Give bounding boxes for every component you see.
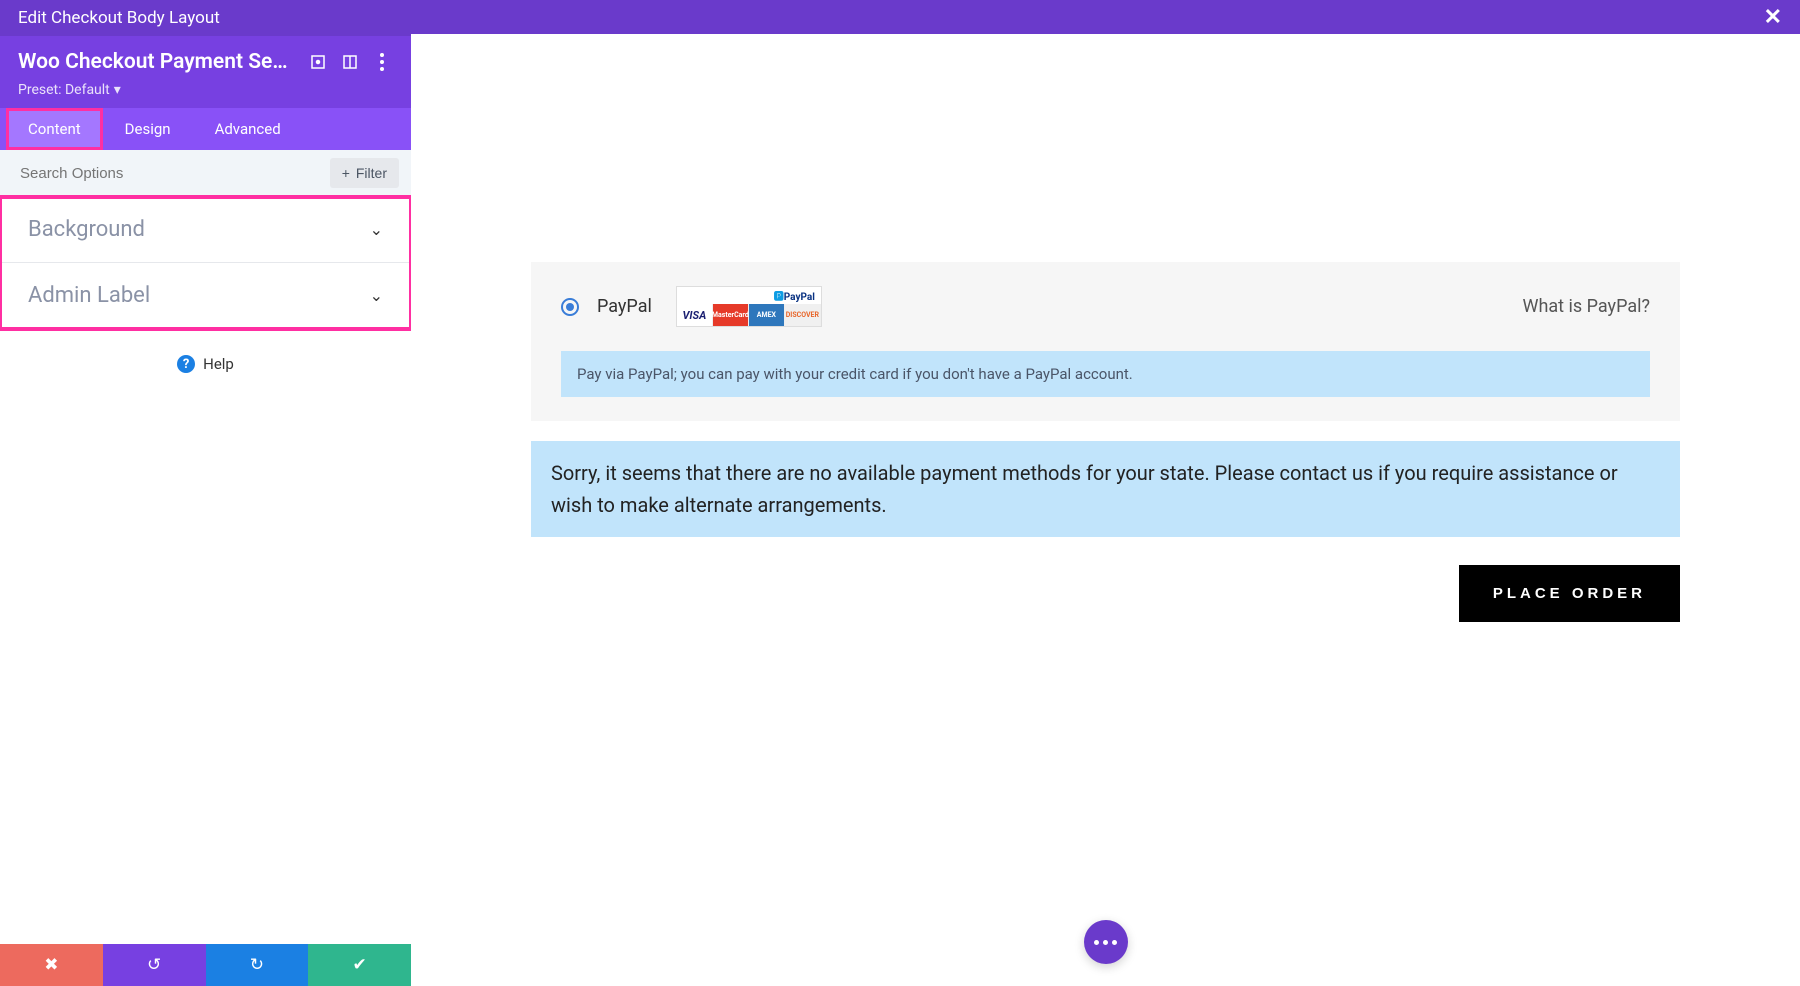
undo-icon: ↺ — [147, 955, 161, 975]
payment-description: Pay via PayPal; you can pay with your cr… — [561, 351, 1650, 397]
filter-button[interactable]: + Filter — [330, 158, 399, 188]
discover-card-icon: DISCOVER — [785, 304, 821, 326]
columns-icon[interactable] — [339, 51, 361, 73]
search-row: + Filter — [0, 150, 411, 197]
chevron-down-icon: ⌄ — [370, 220, 383, 239]
payment-radio-paypal[interactable] — [561, 298, 579, 316]
module-header: Woo Checkout Payment Se… Preset: Default… — [0, 36, 411, 108]
payment-method-label: PayPal — [597, 296, 652, 317]
mastercard-card-icon: MasterCard — [713, 304, 749, 326]
module-title: Woo Checkout Payment Se… — [18, 50, 297, 74]
amex-card-icon: AMEX — [749, 304, 785, 326]
accordion-group: Background ⌄ Admin Label ⌄ — [0, 197, 411, 329]
help-label: Help — [203, 355, 234, 373]
accordion-background-label: Background — [28, 217, 145, 242]
preset-label: Preset: Default — [18, 82, 110, 98]
cancel-button[interactable]: ✖ — [0, 944, 103, 986]
accordion-admin-label-label: Admin Label — [28, 283, 150, 308]
check-icon: ✔ — [353, 955, 367, 975]
visa-card-icon: VISA — [677, 304, 713, 326]
more-icon[interactable] — [371, 51, 393, 73]
titlebar-text: Edit Checkout Body Layout — [18, 8, 220, 28]
paypal-cards-image: 🅿PayPal VISA MasterCard AMEX DISCOVER — [676, 286, 822, 327]
place-order-button[interactable]: PLACE ORDER — [1459, 565, 1680, 622]
save-button[interactable]: ✔ — [308, 944, 411, 986]
top-ribbon: ✕ — [411, 0, 1800, 34]
payment-notice: Sorry, it seems that there are no availa… — [531, 441, 1680, 537]
help-row[interactable]: ? Help — [0, 329, 411, 399]
chevron-down-icon: ⌄ — [370, 286, 383, 305]
preset-selector[interactable]: Preset: Default ▾ — [18, 82, 393, 98]
close-icon: ✖ — [44, 955, 58, 975]
plus-icon: + — [342, 165, 350, 181]
close-panel-button[interactable]: ✕ — [1764, 5, 1782, 30]
tabs: Content Design Advanced — [0, 108, 411, 150]
what-is-paypal-link[interactable]: What is PayPal? — [1522, 296, 1650, 317]
expand-icon[interactable] — [307, 51, 329, 73]
tab-advanced[interactable]: Advanced — [193, 108, 303, 150]
tab-design[interactable]: Design — [103, 108, 193, 150]
filter-label: Filter — [356, 165, 387, 181]
dot-icon — [1112, 940, 1117, 945]
accordion-background[interactable]: Background ⌄ — [0, 197, 411, 263]
footer-buttons: ✖ ↺ ↻ ✔ — [0, 944, 411, 986]
redo-icon: ↻ — [250, 955, 264, 975]
undo-button[interactable]: ↺ — [103, 944, 206, 986]
tab-content[interactable]: Content — [6, 108, 103, 150]
help-icon: ? — [177, 355, 195, 373]
paypal-logo-text: 🅿PayPal — [677, 287, 821, 304]
titlebar: Edit Checkout Body Layout — [0, 0, 411, 36]
search-input[interactable] — [20, 159, 322, 188]
preview-pane: ✕ PayPal 🅿PayPal VISA MasterCar — [411, 0, 1800, 986]
caret-down-icon: ▾ — [114, 82, 121, 98]
dot-icon — [1094, 940, 1099, 945]
redo-button[interactable]: ↻ — [206, 944, 309, 986]
payment-method-box: PayPal 🅿PayPal VISA MasterCard AMEX DISC… — [531, 262, 1680, 421]
accordion-admin-label[interactable]: Admin Label ⌄ — [0, 263, 411, 329]
page-settings-fab[interactable] — [1084, 920, 1128, 964]
dot-icon — [1103, 940, 1108, 945]
